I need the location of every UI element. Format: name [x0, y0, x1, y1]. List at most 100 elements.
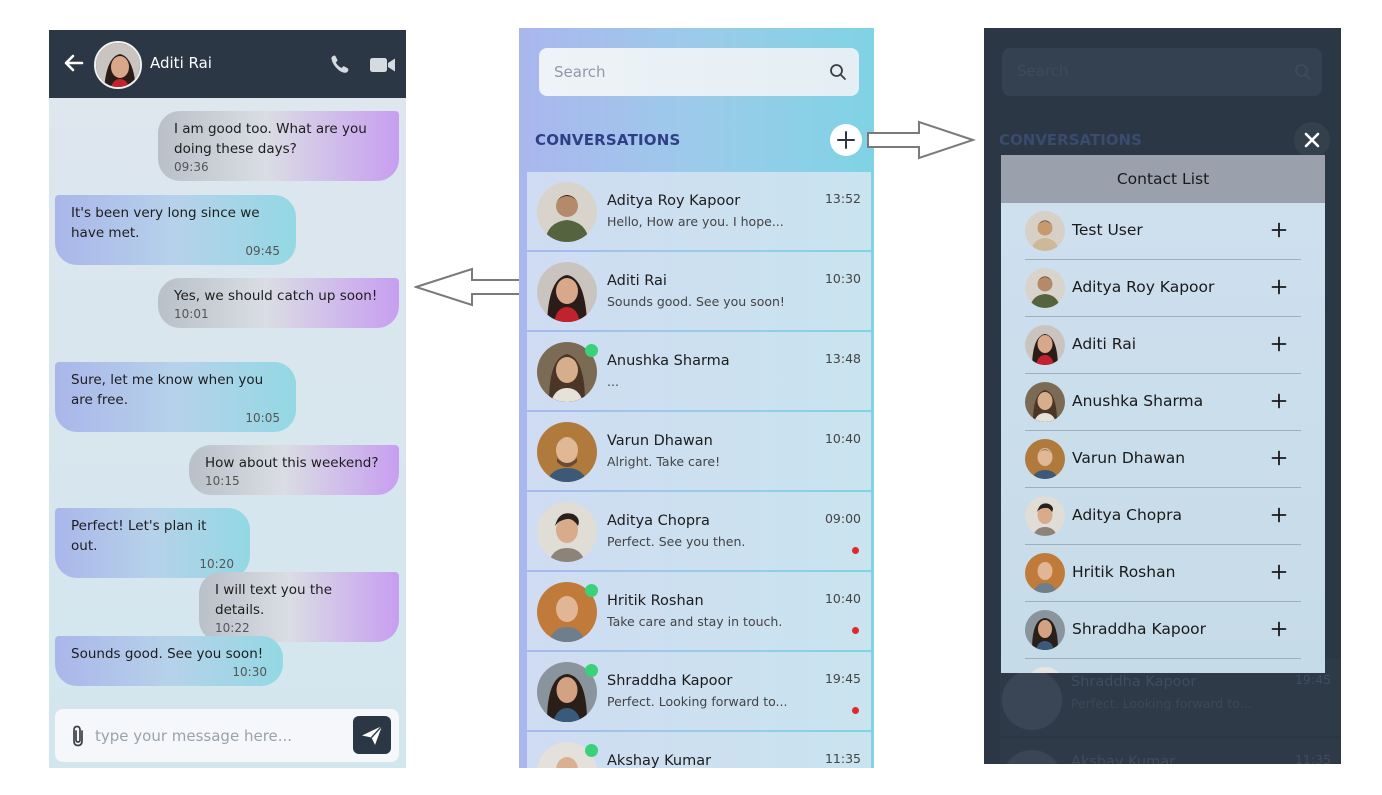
message-bubble-received: Sounds good. See you soon! 10:30: [55, 636, 283, 686]
conversation-time: 10:40: [824, 591, 861, 606]
close-icon: [1304, 132, 1320, 148]
add-contact-icon[interactable]: [1271, 336, 1287, 352]
message-text: Perfect! Let's plan it out.: [71, 518, 207, 554]
message-text: It's been very long since we have met.: [71, 205, 260, 241]
conversation-time: 10:40: [824, 431, 861, 446]
conversation-name: Hritik Roshan: [607, 593, 704, 609]
contact-name: Varun Dhawan: [1072, 449, 1186, 467]
unread-indicator: [852, 627, 859, 634]
contact-name: Aditya Chopra: [1072, 506, 1182, 524]
online-indicator: [585, 744, 598, 757]
message-text: How about this weekend?: [205, 455, 379, 471]
contact-name: Anushka Sharma: [1072, 392, 1204, 410]
conversation-item[interactable]: Hritik Roshan Take care and stay in touc…: [527, 572, 871, 650]
avatar: [1002, 670, 1062, 730]
message-bubble-received: It's been very long since we have met. 0…: [55, 195, 296, 265]
search-icon[interactable]: [829, 63, 847, 81]
search-input[interactable]: [554, 60, 814, 84]
avatar: [1025, 610, 1065, 650]
add-contact-icon[interactable]: [1271, 507, 1287, 523]
contact-item[interactable]: Varun Dhawan: [1025, 431, 1301, 488]
avatar: [1025, 496, 1065, 536]
contact-name: Aditi Rai: [1072, 335, 1137, 353]
message-time: 10:05: [245, 411, 280, 425]
message-time: 09:45: [245, 244, 280, 258]
add-contact-icon[interactable]: [1271, 564, 1287, 580]
conversation-name: Aditi Rai: [607, 273, 667, 289]
message-text: I will text you the details.: [215, 582, 333, 618]
conversation-name: Akshay Kumar: [1071, 754, 1176, 764]
add-contact-icon[interactable]: [1271, 450, 1287, 466]
new-conversation-button[interactable]: [830, 124, 862, 156]
message-text: I am good too. What are you doing these …: [174, 121, 367, 157]
conversation-item[interactable]: Shraddha Kapoor Perfect. Looking forward…: [527, 652, 871, 730]
message-bubble-received: Sure, let me know when you are free. 10:…: [55, 362, 296, 432]
conversation-time: 09:00: [824, 511, 861, 526]
conversation-time: 13:48: [824, 351, 861, 366]
conversation-preview: Hello, How are you. I hope...: [607, 214, 784, 229]
contact-name: Hritik Roshan: [1072, 563, 1176, 581]
conversation-preview: Perfect. Looking forward to...: [607, 694, 788, 709]
avatar: [1025, 382, 1065, 422]
conversation-time: 19:45: [1294, 672, 1331, 687]
contact-item[interactable]: Aditi Rai: [1025, 317, 1301, 374]
add-contact-icon[interactable]: [1271, 621, 1287, 637]
avatar: [537, 262, 597, 322]
conversation-name: Varun Dhawan: [607, 433, 713, 449]
add-contact-icon[interactable]: [1271, 222, 1287, 238]
chat-header: Aditi Rai: [49, 30, 406, 98]
contact-item[interactable]: Aditya Roy Kapoor: [1025, 260, 1301, 317]
conversation-item[interactable]: Varun Dhawan Alright. Take care! 10:40: [527, 412, 871, 490]
conversation-time: 11:35: [1294, 752, 1331, 764]
conversation-preview: Perfect. Looking forward to...: [1071, 696, 1252, 711]
avatar: [1025, 439, 1065, 479]
video-camera-icon[interactable]: [369, 55, 397, 75]
conversation-item[interactable]: Aditi Rai Sounds good. See you soon! 10:…: [527, 252, 871, 330]
message-time: 10:22: [215, 621, 250, 635]
contact-item[interactable]: Test User: [1025, 203, 1301, 260]
avatar: [1025, 268, 1065, 308]
conversation-preview: Perfect. See you then.: [607, 534, 746, 549]
conversation-item[interactable]: Akshay Kumar 11:35: [527, 732, 871, 768]
conversation-preview: Alright. Take care!: [607, 454, 721, 469]
search-icon: [1295, 64, 1311, 80]
back-arrow-icon[interactable]: [62, 51, 86, 75]
conversation-name: Shraddha Kapoor: [1071, 674, 1197, 690]
message-time: 10:01: [174, 307, 209, 321]
message-bubble-received: Perfect! Let's plan it out. 10:20: [55, 508, 250, 578]
close-button[interactable]: [1294, 122, 1330, 158]
contact-item[interactable]: Shraddha Kapoor: [1025, 602, 1301, 659]
message-bubble-sent: I am good too. What are you doing these …: [158, 111, 399, 181]
avatar: [1025, 553, 1065, 593]
avatar: [1025, 667, 1065, 673]
add-contact-icon[interactable]: [1271, 393, 1287, 409]
contact-item[interactable]: Hritik Roshan: [1025, 545, 1301, 602]
message-composer: [55, 709, 399, 762]
contact-item[interactable]: Aditya Chopra: [1025, 488, 1301, 545]
message-time: 09:36: [174, 160, 209, 174]
contact-item[interactable]: Anushka Sharma: [1025, 374, 1301, 431]
conversation-name: Akshay Kumar: [607, 753, 712, 768]
avatar[interactable]: [94, 41, 142, 89]
unread-indicator: [852, 707, 859, 714]
conversation-time: 13:52: [824, 191, 861, 206]
conversation-name: Anushka Sharma: [607, 353, 730, 369]
add-contact-icon[interactable]: [1271, 279, 1287, 295]
message-bubble-sent: Yes, we should catch up soon! 10:01: [158, 278, 399, 328]
phone-icon[interactable]: [328, 52, 352, 76]
conversation-name: Shraddha Kapoor: [607, 673, 733, 689]
contact-name: Aditi Rai: [150, 54, 212, 72]
send-button[interactable]: [353, 716, 391, 754]
contact-name: Test User: [1072, 221, 1143, 239]
contact-item-partial[interactable]: [1025, 659, 1301, 673]
plus-icon: [837, 131, 855, 149]
paperclip-icon[interactable]: [69, 724, 87, 748]
conversation-item[interactable]: Aditya Roy Kapoor Hello, How are you. I …: [527, 172, 871, 250]
conversation-item[interactable]: Aditya Chopra Perfect. See you then. 09:…: [527, 492, 871, 570]
message-time: 10:20: [199, 557, 234, 571]
conversations-title-dimmed: CONVERSATIONS: [999, 131, 1142, 149]
message-input[interactable]: [95, 723, 345, 749]
contact-list-card: Contact List Test User Aditya Roy Kapoor…: [1001, 155, 1325, 673]
conversation-name: Aditya Chopra: [607, 513, 710, 529]
conversation-item[interactable]: Anushka Sharma ... 13:48: [527, 332, 871, 410]
